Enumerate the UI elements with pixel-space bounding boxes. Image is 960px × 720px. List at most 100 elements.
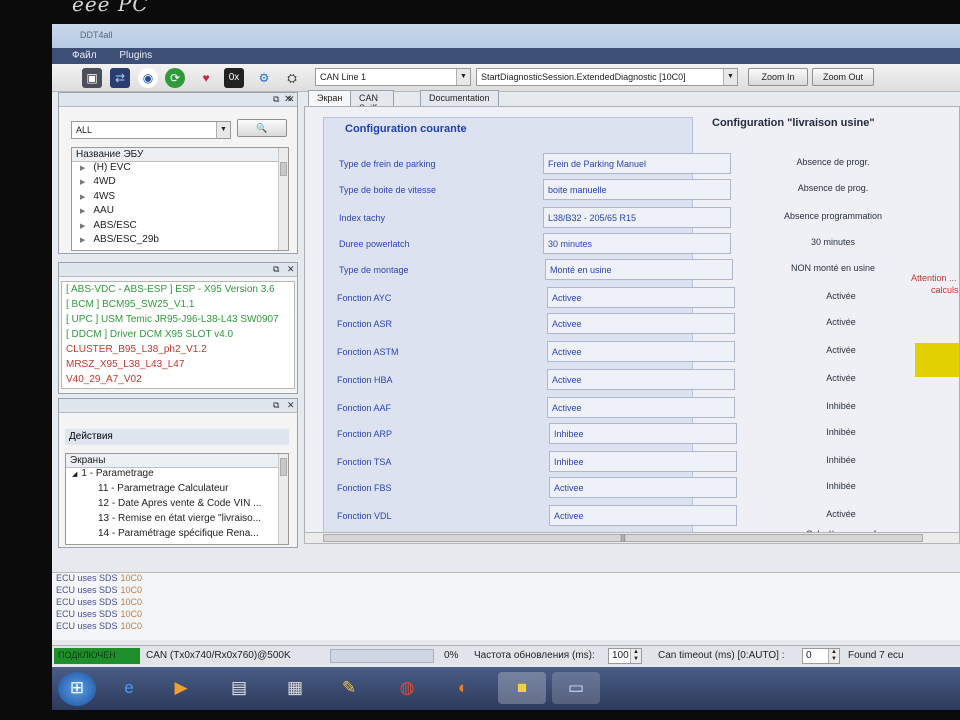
- can-line-value: CAN Line 1: [320, 72, 367, 82]
- float-icon[interactable]: ⧉: [273, 400, 279, 411]
- close-icon[interactable]: ✕: [287, 400, 295, 411]
- valve-icon[interactable]: ⛭: [282, 68, 302, 88]
- ecu-filter-value: ALL: [76, 125, 93, 135]
- screens-tree[interactable]: Экраны ◢ 1 - Parametrage 11 - Parametrage…: [65, 453, 289, 545]
- stepper-icon[interactable]: ▲ ▼: [828, 649, 839, 663]
- zoom-in-button[interactable]: Zoom In: [748, 68, 808, 86]
- paint-icon[interactable]: ✎: [332, 672, 366, 704]
- ecu-filter-select[interactable]: ALL ▼: [71, 121, 231, 139]
- warning-text: Attention ...: [911, 273, 957, 283]
- tree-item[interactable]: 14 - Paramétrage spécifique Rena...: [66, 528, 288, 543]
- screen-hscrollbar[interactable]: |||: [304, 532, 960, 544]
- obd-icon[interactable]: ■: [498, 672, 546, 704]
- notes-icon[interactable]: ▦: [278, 672, 312, 704]
- menu-plugins[interactable]: Plugins: [119, 50, 152, 61]
- ecu-list-item[interactable]: ▶ ABS/ESC: [72, 220, 288, 234]
- hex-icon[interactable]: 0x: [224, 68, 244, 88]
- scroll-thumb[interactable]: [280, 458, 287, 476]
- tree-item[interactable]: 13 - Remise en état vierge "livraiso...: [66, 513, 288, 528]
- zoom-out-button[interactable]: Zoom Out: [812, 68, 874, 86]
- field-value[interactable]: Frein de Parking Manuel: [543, 153, 731, 174]
- connect-icon[interactable]: ⇄: [110, 68, 130, 88]
- field-value[interactable]: Inhibee: [549, 423, 737, 444]
- ecu-list[interactable]: Название ЭБУ ▶ (H) EVC ▶ 4WD ▶ 4WS ▶ AAU ▶ AB…: [71, 147, 289, 251]
- field-value[interactable]: Activee: [547, 369, 735, 390]
- network-icon[interactable]: ⚙: [254, 68, 274, 88]
- float-icon[interactable]: ⧉: [273, 94, 279, 105]
- close-icon[interactable]: ✕: [287, 264, 295, 275]
- connection-item[interactable]: [ ABS-VDC - ABS-ESP ] ESP - X95 Version …: [62, 284, 294, 299]
- factory-value: Inhibée: [826, 481, 856, 491]
- heart-icon[interactable]: ♥: [196, 68, 216, 88]
- connection-item[interactable]: [ BCM ] BCM95_SW25_V1.1: [62, 299, 294, 314]
- ie-icon[interactable]: e: [112, 672, 146, 704]
- ecu-list-item[interactable]: ▶ AAU: [72, 205, 288, 219]
- field-value[interactable]: Activee: [547, 313, 735, 334]
- field-value[interactable]: Activee: [547, 397, 735, 418]
- ecu-list-item[interactable]: ▶ ABS/ESC_29b: [72, 234, 288, 248]
- tree-item[interactable]: ◢ 1 - Parametrage: [66, 468, 288, 483]
- stop-icon[interactable]: ◉: [138, 68, 158, 88]
- tab-screen[interactable]: Экран: [308, 90, 352, 107]
- ecu-list-item[interactable]: ▶ (H) EVC: [72, 162, 288, 176]
- start-icon[interactable]: ⊞: [58, 672, 96, 706]
- log-line: ECU uses SDS 10C0: [56, 597, 143, 607]
- timeout-input[interactable]: 0 ▲ ▼: [802, 648, 840, 664]
- ecu-panel: ⧉ ✕ ALL ▼ 🔍 Название ЭБУ ▶ (H) EVC ▶ 4WD ▶…: [58, 92, 298, 254]
- field-value[interactable]: Activee: [547, 341, 735, 362]
- scroll-thumb[interactable]: |||: [323, 534, 923, 542]
- factory-value: Activée: [826, 345, 856, 355]
- connection-item[interactable]: [ DDCM ] Driver DCM X95 SLOT v4.0: [62, 329, 294, 344]
- firefox-icon[interactable]: ◐: [446, 672, 480, 704]
- tree-item[interactable]: 12 - Date Apres vente & Code VIN ...: [66, 498, 288, 513]
- float-icon[interactable]: ⧉: [273, 264, 279, 275]
- ecu-list-item[interactable]: ▶ 4WD: [72, 176, 288, 190]
- field-label: Fonction ASR: [337, 319, 393, 329]
- connections-panel: ⧉ ✕ [ ABS-VDC - ABS-ESP ] ESP - X95 Vers…: [58, 262, 298, 394]
- field-value[interactable]: Activee: [549, 505, 737, 526]
- field-label: Fonction AYC: [337, 293, 392, 303]
- field-value[interactable]: 30 minutes: [543, 233, 731, 254]
- window-title: DDT4all: [80, 30, 113, 40]
- field-value[interactable]: L38/B32 - 205/65 R15: [543, 207, 731, 228]
- tree-item[interactable]: 11 - Parametrage Calculateur: [66, 483, 288, 498]
- refresh-icon[interactable]: ⟳: [165, 68, 185, 88]
- chevron-down-icon: ▼: [216, 122, 230, 138]
- factory-config-title: Configuration "livraison usine": [712, 117, 875, 129]
- scan-icon[interactable]: ▣: [82, 68, 102, 88]
- media-icon[interactable]: ▶: [164, 672, 198, 704]
- tab-documentation[interactable]: Documentation: [420, 90, 499, 106]
- connections-list[interactable]: [ ABS-VDC - ABS-ESP ] ESP - X95 Version …: [61, 281, 295, 389]
- tab-can-sniffer[interactable]: CAN Sniffer: [350, 90, 394, 113]
- progress-value: 0%: [444, 650, 459, 661]
- connection-item[interactable]: MRSZ_X95_L38_L43_L47: [62, 359, 294, 374]
- field-value[interactable]: boite manuelle: [543, 179, 731, 200]
- expand-icon: ▶: [80, 208, 86, 216]
- log-line: ECU uses SDS 10C0: [56, 621, 143, 631]
- session-select[interactable]: StartDiagnosticSession.ExtendedDiagnosti…: [476, 68, 738, 86]
- stepper-icon[interactable]: ▲ ▼: [630, 649, 641, 663]
- menu-file[interactable]: Файл: [72, 50, 97, 61]
- session-value: StartDiagnosticSession.ExtendedDiagnosti…: [481, 72, 686, 82]
- connection-item[interactable]: CLUSTER_B95_L38_ph2_V1.2: [62, 344, 294, 359]
- connection-item[interactable]: V40_29_A7_V02: [62, 374, 294, 389]
- refresh-rate-input[interactable]: 100 ▲ ▼: [608, 648, 642, 664]
- chevron-down-icon: ▼: [723, 69, 737, 85]
- close-icon[interactable]: ✕: [284, 94, 292, 105]
- field-value[interactable]: Inhibee: [549, 451, 737, 472]
- screens-scrollbar[interactable]: [278, 454, 288, 544]
- connection-item[interactable]: [ UPC ] USM Temic JR95-J96-L38-L43 SW090…: [62, 314, 294, 329]
- can-line-select[interactable]: CAN Line 1 ▼: [315, 68, 471, 86]
- scroll-thumb[interactable]: [280, 162, 287, 176]
- toolbar: ▣ ⇄ ◉ ⟳ ♥ 0x ⚙ ⛭ CAN Line 1 ▼ StartDiagn…: [52, 64, 960, 92]
- expand-icon: ▶: [80, 179, 86, 187]
- ecu-list-scrollbar[interactable]: [278, 148, 288, 250]
- field-value[interactable]: Activee: [547, 287, 735, 308]
- field-value[interactable]: Activee: [549, 477, 737, 498]
- ecu-search-button[interactable]: 🔍: [237, 119, 287, 137]
- window-icon[interactable]: ▭: [552, 672, 600, 704]
- chrome-icon[interactable]: ◍: [390, 672, 424, 704]
- files-icon[interactable]: ▤: [222, 672, 256, 704]
- ecu-list-item[interactable]: ▶ 4WS: [72, 191, 288, 205]
- field-value[interactable]: Monté en usine: [545, 259, 733, 280]
